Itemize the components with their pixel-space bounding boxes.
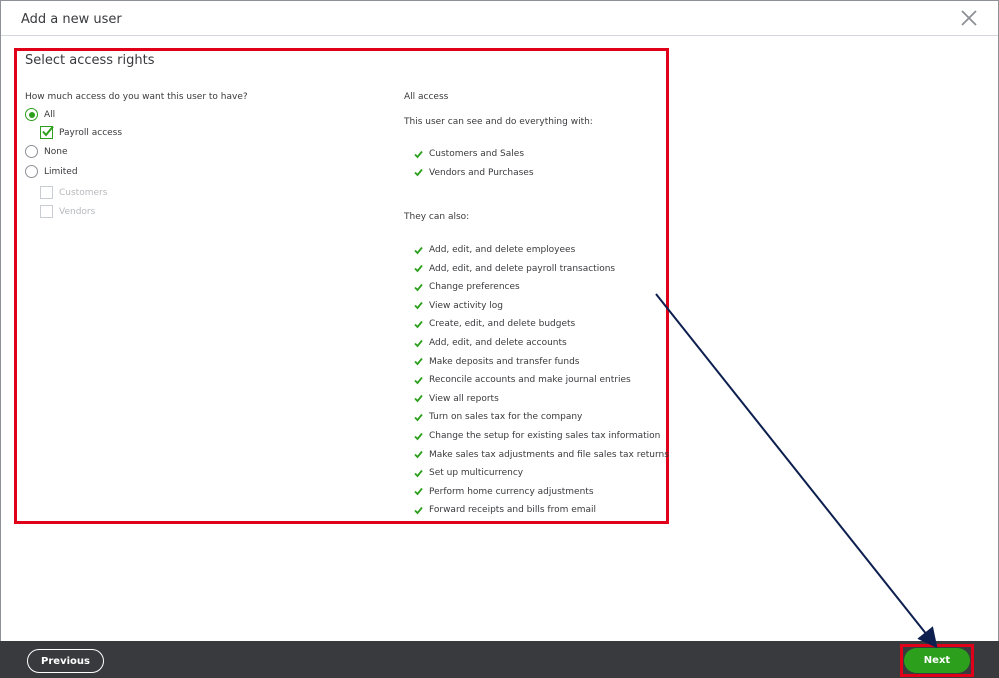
checkbox-payroll-access[interactable]: Payroll access	[40, 125, 123, 139]
section-title: Select access rights	[25, 53, 155, 68]
permission-item-label: Add, edit, and delete accounts	[429, 338, 567, 348]
permission-item: Forward receipts and bills from email	[414, 505, 596, 515]
check-icon	[414, 150, 423, 158]
checkbox-vendors: Vendors	[40, 205, 95, 218]
permission-item: Add, edit, and delete accounts	[414, 338, 567, 348]
permission-item: Set up multicurrency	[414, 468, 523, 478]
check-icon	[414, 506, 423, 515]
permission-item: Make sales tax adjustments and file sale…	[414, 450, 669, 460]
permission-item-label: View activity log	[429, 300, 503, 311]
radio-option-limited[interactable]: Limited	[25, 165, 78, 178]
permission-item-label: View all reports	[429, 393, 499, 404]
check-icon	[414, 339, 423, 347]
access-area-item: Vendors and Purchases	[414, 168, 534, 178]
permission-item-label: Forward receipts and bills from email	[429, 505, 597, 516]
permission-item-label: Reconcile accounts and make journal entr…	[429, 375, 631, 386]
radio-label-limited: Limited	[44, 166, 78, 177]
permission-item: Change preferences	[414, 282, 520, 292]
check-icon	[414, 246, 423, 254]
permission-item: Make deposits and transfer funds	[414, 357, 579, 367]
permission-item-label: Set up multicurrency	[429, 468, 524, 479]
dialog-footer	[0, 641, 999, 678]
permission-item: Change the setup for existing sales tax …	[414, 431, 660, 441]
next-button[interactable]: Next	[904, 648, 970, 673]
checkbox-label-payroll: Payroll access	[59, 127, 123, 138]
check-icon	[414, 358, 423, 366]
checkmark-icon	[42, 125, 54, 137]
dialog-title: Add a new user	[21, 12, 122, 27]
checkbox-customers: Customers	[40, 186, 107, 199]
permission-item: View activity log	[414, 301, 503, 311]
close-icon[interactable]	[960, 9, 978, 27]
access-area-item: Customers and Sales	[414, 149, 524, 159]
check-icon	[414, 169, 423, 177]
permission-item: Perform home currency adjustments	[414, 487, 594, 497]
previous-button[interactable]: Previous	[27, 649, 104, 673]
permission-item-label: Change preferences	[429, 282, 520, 293]
checkbox-vendors-box	[40, 205, 53, 218]
permission-item-label: Add, edit, and delete employees	[429, 245, 576, 255]
all-access-title: All access	[404, 92, 449, 102]
permission-item-label: Create, edit, and delete budgets	[429, 319, 576, 330]
all-access-description: This user can see and do everything with…	[404, 117, 593, 127]
permission-item-label: Make sales tax adjustments and file sale…	[429, 449, 669, 460]
permission-item: Reconcile accounts and make journal entr…	[414, 375, 631, 385]
checkbox-label-customers: Customers	[59, 187, 108, 198]
radio-label-all: All	[44, 109, 56, 120]
access-area-item-label: Vendors and Purchases	[429, 167, 534, 178]
permission-item: Create, edit, and delete budgets	[414, 319, 575, 329]
permission-item: Add, edit, and delete employees	[414, 245, 575, 255]
checkbox-payroll-box[interactable]	[40, 125, 54, 139]
permission-item: View all reports	[414, 394, 499, 404]
radio-label-none: None	[44, 146, 68, 157]
permission-item: Add, edit, and delete payroll transactio…	[414, 264, 615, 274]
permission-item-label: Make deposits and transfer funds	[429, 356, 580, 367]
check-icon	[414, 395, 423, 403]
access-area-item-label: Customers and Sales	[429, 149, 525, 159]
check-icon	[414, 376, 423, 385]
check-icon	[414, 413, 423, 422]
permission-item-label: Change the setup for existing sales tax …	[429, 431, 661, 441]
check-icon	[414, 283, 423, 292]
check-icon	[414, 488, 423, 496]
check-icon	[414, 302, 423, 310]
access-question: How much access do you want this user to…	[25, 92, 248, 102]
check-icon	[414, 432, 423, 440]
check-icon	[414, 451, 423, 459]
radio-button-limited[interactable]	[25, 165, 38, 178]
check-icon	[414, 469, 423, 478]
dialog-header: Add a new user	[1, 1, 998, 36]
check-icon	[414, 320, 423, 329]
permission-item-label: Add, edit, and delete payroll transactio…	[429, 263, 616, 274]
radio-option-none[interactable]: None	[25, 145, 67, 158]
check-icon	[414, 265, 423, 273]
checkbox-label-vendors: Vendors	[59, 206, 96, 217]
radio-button-all[interactable]	[25, 108, 38, 121]
radio-button-none[interactable]	[25, 145, 38, 158]
permission-item: Turn on sales tax for the company	[414, 412, 582, 422]
they-can-also-title: They can also:	[404, 212, 470, 222]
permission-item-label: Perform home currency adjustments	[429, 486, 594, 497]
checkbox-customers-box	[40, 186, 53, 199]
permission-item-label: Turn on sales tax for the company	[429, 412, 583, 423]
radio-option-all[interactable]: All	[25, 108, 55, 121]
